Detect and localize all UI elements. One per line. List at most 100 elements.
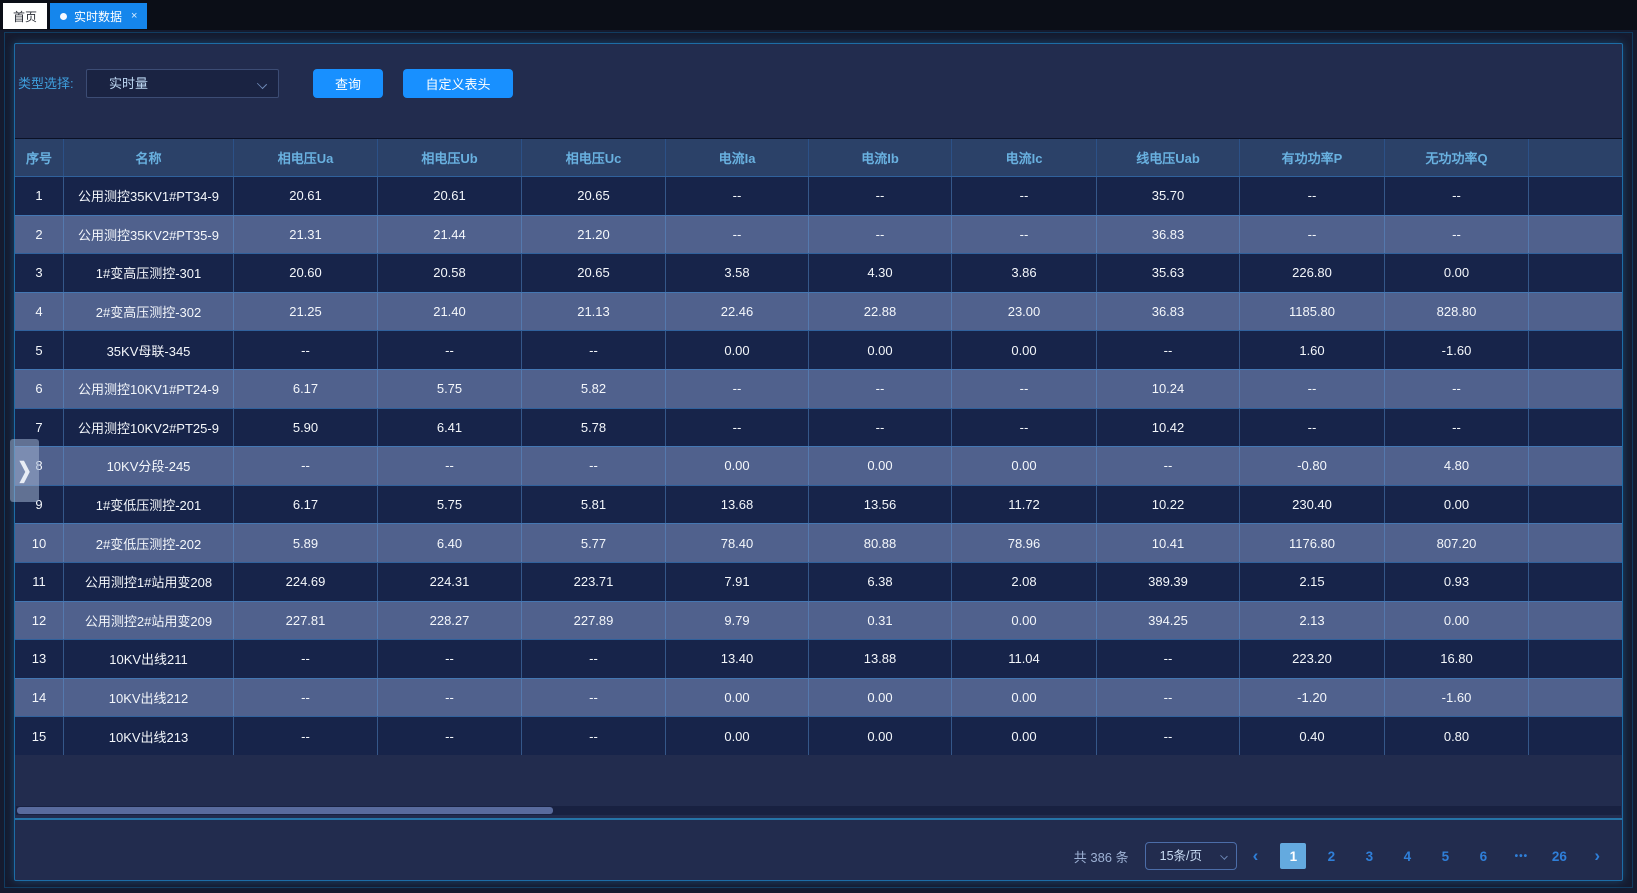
cell-value: --: [378, 679, 522, 717]
cell-value: 22.46: [666, 293, 809, 331]
cell-value: 3.86: [952, 254, 1097, 292]
cell-name: 10KV出线213: [64, 717, 234, 755]
tab-realtime-data[interactable]: 实时数据 ×: [50, 3, 147, 29]
cell-value: 20.58: [378, 254, 522, 292]
table-row[interactable]: 31#变高压测控-30120.6020.5820.653.584.303.863…: [15, 253, 1622, 292]
cell-value: 22.88: [809, 293, 952, 331]
cell-value: 78.40: [666, 524, 809, 562]
cell-name: 公用测控35KV2#PT35-9: [64, 216, 234, 254]
cell-value: 21.31: [234, 216, 378, 254]
table-row[interactable]: 1410KV出线212------0.000.000.00---1.20-1.6…: [15, 678, 1622, 717]
cell-value: 0.00: [666, 331, 809, 369]
cell-value: 0.00: [952, 679, 1097, 717]
cell-value: --: [378, 717, 522, 755]
page-button[interactable]: 1: [1280, 843, 1306, 869]
page-button[interactable]: 5: [1432, 843, 1458, 869]
cell-value: --: [1097, 640, 1240, 678]
cell-value: --: [952, 409, 1097, 447]
cell-value: --: [234, 640, 378, 678]
table-row[interactable]: 12公用测控2#站用变209227.81228.27227.899.790.31…: [15, 601, 1622, 640]
cell-index: 6: [15, 370, 64, 408]
column-header: 相电压Ub: [378, 139, 522, 176]
page-button[interactable]: 2: [1318, 843, 1344, 869]
table-row[interactable]: 11公用测控1#站用变208224.69224.31223.717.916.38…: [15, 562, 1622, 601]
cell-name: 2#变低压测控-202: [64, 524, 234, 562]
cell-index: 1: [15, 177, 64, 215]
tab-realtime-label: 实时数据: [74, 8, 122, 25]
page-button[interactable]: 3: [1356, 843, 1382, 869]
cell-value: 5.77: [522, 524, 666, 562]
cell-stub: [1529, 679, 1622, 717]
query-button[interactable]: 查询: [313, 69, 383, 98]
cell-index: 11: [15, 563, 64, 601]
column-header: 电流Ia: [666, 139, 809, 176]
cell-value: --: [234, 717, 378, 755]
table-row[interactable]: 6公用测控10KV1#PT24-96.175.755.82------10.24…: [15, 369, 1622, 408]
table-row[interactable]: 102#变低压测控-2025.896.405.7778.4080.8878.96…: [15, 523, 1622, 562]
cell-value: 224.69: [234, 563, 378, 601]
table-row[interactable]: 810KV分段-245------0.000.000.00---0.804.80: [15, 446, 1622, 485]
table-row[interactable]: 7公用测控10KV2#PT25-95.906.415.78------10.42…: [15, 408, 1622, 447]
cell-value: --: [1385, 370, 1529, 408]
table-row[interactable]: 2公用测控35KV2#PT35-921.3121.4421.20------36…: [15, 215, 1622, 254]
table-row[interactable]: 42#变高压测控-30221.2521.4021.1322.4622.8823.…: [15, 292, 1622, 331]
cell-value: 6.38: [809, 563, 952, 601]
scrollbar-thumb[interactable]: [17, 807, 553, 814]
cell-value: 35.70: [1097, 177, 1240, 215]
cell-value: --: [378, 640, 522, 678]
table-bottom-divider: [15, 818, 1622, 820]
table-row[interactable]: 1公用测控35KV1#PT34-920.6120.6120.65------35…: [15, 176, 1622, 215]
cell-value: 0.00: [809, 717, 952, 755]
chevron-right-icon: ❯: [17, 458, 31, 483]
cell-value: 21.20: [522, 216, 666, 254]
cell-value: 226.80: [1240, 254, 1385, 292]
prev-page-button[interactable]: ‹: [1245, 846, 1267, 866]
cell-name: 10KV出线212: [64, 679, 234, 717]
custom-header-button[interactable]: 自定义表头: [403, 69, 513, 98]
page-button[interactable]: 4: [1394, 843, 1420, 869]
cell-value: --: [952, 216, 1097, 254]
cell-value: 20.65: [522, 254, 666, 292]
cell-value: --: [1240, 409, 1385, 447]
cell-value: 5.90: [234, 409, 378, 447]
table-row[interactable]: 535KV母联-345------0.000.000.00--1.60-1.60: [15, 330, 1622, 369]
cell-value: -1.60: [1385, 331, 1529, 369]
cell-value: 0.00: [1385, 602, 1529, 640]
close-icon[interactable]: ×: [131, 10, 137, 22]
cell-value: --: [809, 370, 952, 408]
cell-value: 21.40: [378, 293, 522, 331]
cell-value: 11.72: [952, 486, 1097, 524]
total-count: 共 386 条: [1074, 847, 1129, 866]
cell-value: 5.75: [378, 486, 522, 524]
more-pages-button[interactable]: •••: [1508, 843, 1534, 869]
page-button[interactable]: 6: [1470, 843, 1496, 869]
cell-value: 13.40: [666, 640, 809, 678]
page-button[interactable]: 26: [1546, 843, 1572, 869]
cell-value: 20.60: [234, 254, 378, 292]
cell-value: 21.13: [522, 293, 666, 331]
cell-name: 公用测控35KV1#PT34-9: [64, 177, 234, 215]
filter-bar: 类型选择: 实时量 查询 自定义表头: [15, 69, 1622, 98]
cell-value: 4.30: [809, 254, 952, 292]
cell-value: 223.20: [1240, 640, 1385, 678]
tab-home[interactable]: 首页: [3, 3, 47, 29]
type-select[interactable]: 实时量: [86, 69, 279, 98]
horizontal-scrollbar[interactable]: [16, 806, 1621, 815]
type-select-label: 类型选择:: [18, 69, 74, 98]
next-page-button[interactable]: ›: [1586, 846, 1608, 866]
sidebar-expand-toggle[interactable]: ❯: [10, 439, 39, 502]
cell-value: --: [522, 331, 666, 369]
table-row[interactable]: 1310KV出线211------13.4013.8811.04--223.20…: [15, 639, 1622, 678]
cell-value: 6.17: [234, 370, 378, 408]
table-row[interactable]: 1510KV出线213------0.000.000.00--0.400.80: [15, 716, 1622, 755]
cell-value: 20.65: [522, 177, 666, 215]
cell-stub: [1529, 331, 1622, 369]
page-size-select[interactable]: 15条/页: [1145, 842, 1237, 870]
table-header-row: 序号名称相电压Ua相电压Ub相电压Uc电流Ia电流Ib电流Ic线电压Uab有功功…: [15, 139, 1622, 176]
table-row[interactable]: 91#变低压测控-2016.175.755.8113.6813.5611.721…: [15, 485, 1622, 524]
pagination: 共 386 条 15条/页 ‹ 123456 ••• 26 ›: [1074, 841, 1608, 871]
cell-name: 1#变高压测控-301: [64, 254, 234, 292]
cell-value: --: [1097, 447, 1240, 485]
cell-index: 5: [15, 331, 64, 369]
cell-value: --: [1097, 717, 1240, 755]
